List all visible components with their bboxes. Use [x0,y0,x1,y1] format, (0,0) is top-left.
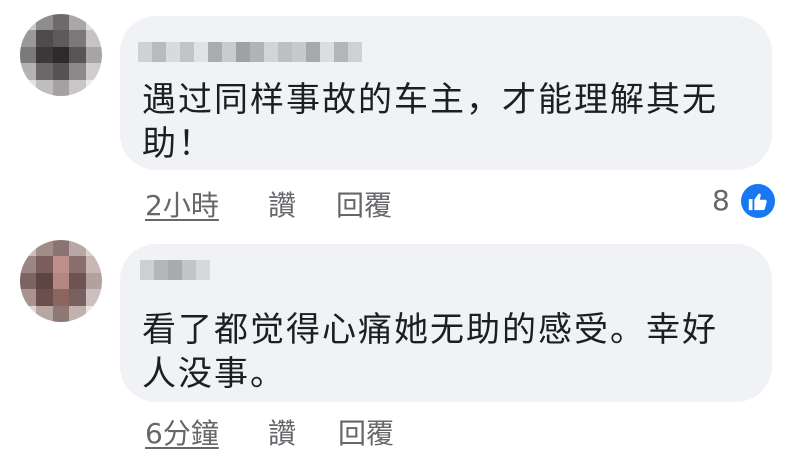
thumbs-up-glyph [748,193,767,211]
author-name-blurred[interactable] [138,42,362,62]
author-name-blurred[interactable] [140,260,210,280]
reply-button[interactable]: 回覆 [336,184,392,224]
comment-text: 遇过同样事故的车主，才能理解其无 助！ [142,80,718,164]
reply-button[interactable]: 回覆 [338,412,394,452]
avatar[interactable] [20,240,102,322]
like-button[interactable]: 讚 [268,412,296,452]
thumbs-up-icon[interactable] [738,181,778,221]
like-button[interactable]: 讚 [268,184,296,224]
timestamp-link[interactable]: 2小時 [145,184,219,224]
avatar[interactable] [20,14,102,96]
comment-1: 遇过同样事故的车主，才能理解其无 助！ 2小時 讚 回覆 8 [0,0,800,230]
comment-2: 看了都觉得心痛她无助的感受。幸好 人没事。 6分鐘 讚 回覆 [0,230,800,455]
comment-text: 看了都觉得心痛她无助的感受。幸好 人没事。 [142,310,718,394]
reaction-count[interactable]: 8 [712,184,730,217]
timestamp-link[interactable]: 6分鐘 [145,412,219,452]
